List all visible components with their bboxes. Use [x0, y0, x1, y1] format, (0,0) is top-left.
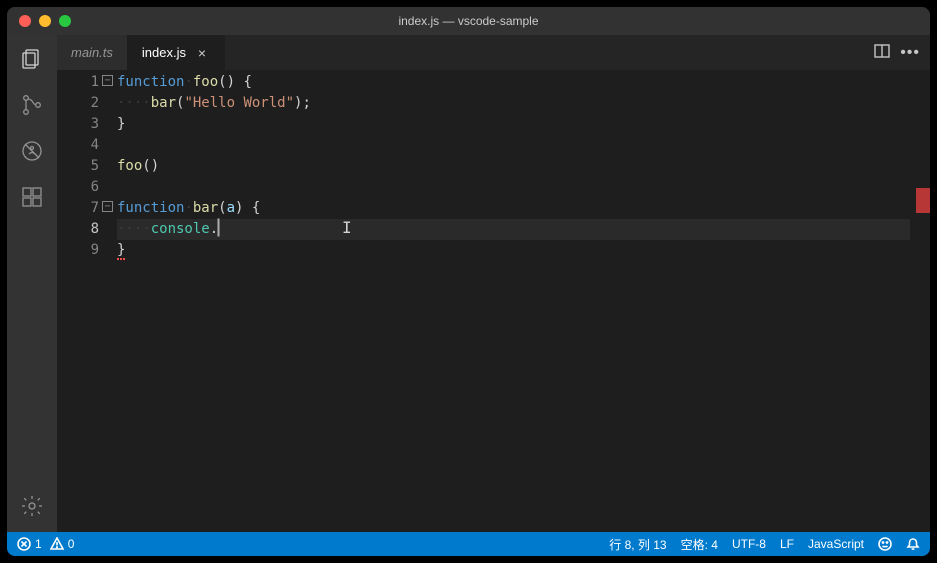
status-language[interactable]: JavaScript: [808, 537, 864, 551]
editor[interactable]: 1− 2 3 4 5 6 7− 8 9 function·foo() { ···…: [57, 70, 930, 532]
debug-icon[interactable]: [18, 137, 46, 165]
status-bar: 1 0 行 8, 列 13 空格: 4 UTF-8 LF JavaScript: [7, 532, 930, 556]
window-controls: [19, 15, 71, 27]
extensions-icon[interactable]: [18, 183, 46, 211]
status-encoding[interactable]: UTF-8: [732, 537, 766, 551]
status-line-col[interactable]: 行 8, 列 13: [609, 536, 666, 553]
editor-area: main.ts index.js × ••• 1− 2: [57, 35, 930, 532]
split-editor-icon[interactable]: [874, 43, 890, 62]
line-number-gutter: 1− 2 3 4 5 6 7− 8 9: [57, 70, 117, 532]
warning-count: 0: [68, 537, 75, 551]
feedback-smiley-icon[interactable]: [878, 537, 892, 551]
source-control-icon[interactable]: [18, 91, 46, 119]
workbench: main.ts index.js × ••• 1− 2: [7, 35, 930, 532]
titlebar: index.js — vscode-sample: [7, 7, 930, 35]
tab-label: index.js: [142, 45, 186, 60]
code-content[interactable]: function·foo() { ····bar("Hello World");…: [117, 70, 910, 532]
window-maximize-button[interactable]: [59, 15, 71, 27]
overview-ruler[interactable]: [910, 70, 930, 532]
error-count: 1: [35, 537, 42, 551]
text-cursor: [218, 219, 219, 236]
status-warnings[interactable]: 0: [50, 537, 75, 551]
tab-index-js[interactable]: index.js ×: [128, 35, 225, 70]
status-eol[interactable]: LF: [780, 537, 794, 551]
more-actions-icon[interactable]: •••: [900, 44, 920, 62]
tab-close-icon[interactable]: ×: [194, 45, 210, 61]
explorer-icon[interactable]: [18, 45, 46, 73]
settings-gear-icon[interactable]: [18, 492, 46, 520]
editor-actions: •••: [874, 35, 930, 70]
fold-icon[interactable]: −: [102, 75, 113, 86]
tab-main-ts[interactable]: main.ts: [57, 35, 128, 70]
tab-bar: main.ts index.js × •••: [57, 35, 930, 70]
window-close-button[interactable]: [19, 15, 31, 27]
window-title: index.js — vscode-sample: [7, 14, 930, 28]
error-marker[interactable]: [916, 188, 930, 213]
window-minimize-button[interactable]: [39, 15, 51, 27]
notifications-bell-icon[interactable]: [906, 537, 920, 551]
fold-icon[interactable]: −: [102, 201, 113, 212]
activity-bar: [7, 35, 57, 532]
status-errors[interactable]: 1: [17, 537, 42, 551]
app-window: index.js — vscode-sample: [7, 7, 930, 556]
tab-label: main.ts: [71, 45, 113, 60]
status-indent[interactable]: 空格: 4: [681, 536, 718, 553]
